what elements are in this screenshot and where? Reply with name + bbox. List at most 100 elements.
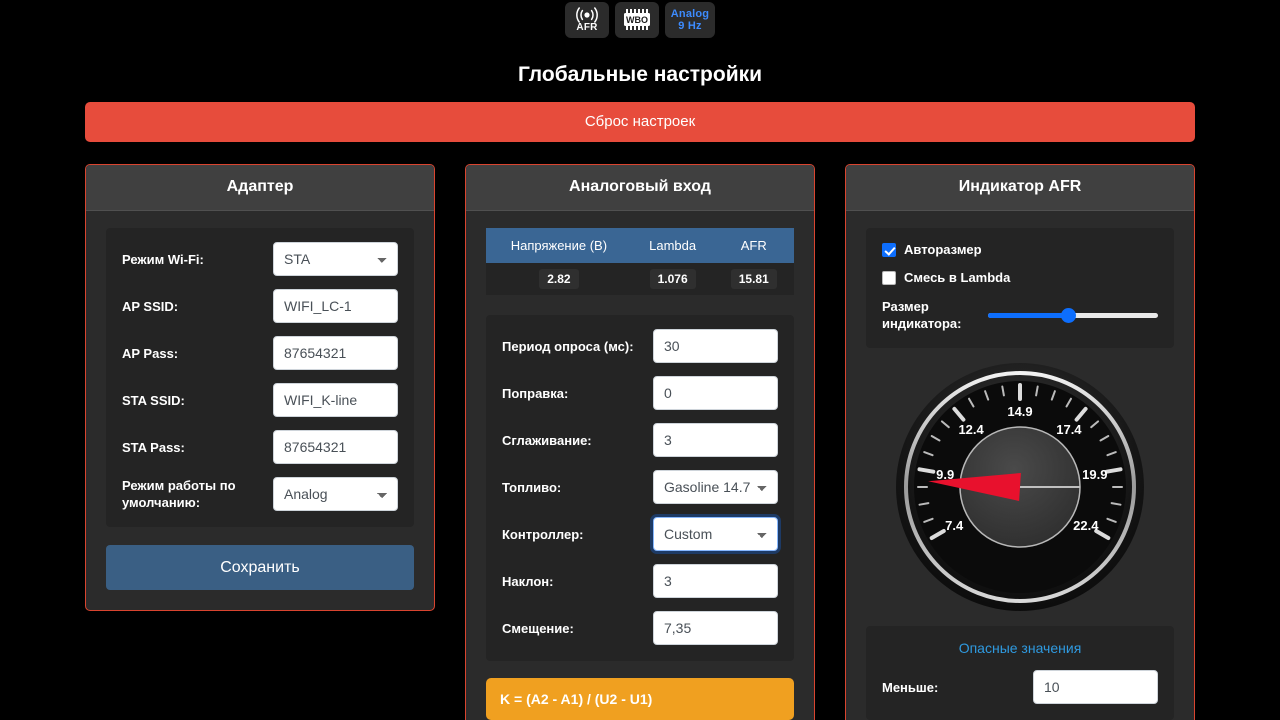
field-poll-period: Период опроса (мс): (502, 329, 778, 363)
panel-adapter-title: Адаптер (86, 165, 434, 211)
field-sta-pass-label: STA Pass: (122, 439, 185, 455)
save-button[interactable]: Сохранить (106, 545, 414, 590)
field-correction-label: Поправка: (502, 385, 569, 401)
offset-input[interactable] (653, 611, 778, 645)
panel-analog-input: Аналоговый вход Напряжение (В) Lambda AF… (465, 164, 815, 720)
autosize-label: Авторазмер (904, 242, 982, 257)
slope-input[interactable] (653, 564, 778, 598)
fuel-select[interactable]: Gasoline 14.7 (653, 470, 778, 504)
ap-ssid-input[interactable] (273, 289, 398, 323)
cell-lambda: 1.076 (631, 263, 714, 295)
svg-text:22.4: 22.4 (1073, 518, 1099, 533)
ap-pass-input[interactable] (273, 336, 398, 370)
field-sta-pass: STA Pass: (122, 430, 398, 464)
field-controller-label: Контроллер: (502, 526, 584, 542)
status-bar: AFR WBO Analog 9 Hz (0, 0, 1280, 40)
poll-period-input[interactable] (653, 329, 778, 363)
value-afr: 15.81 (730, 269, 777, 289)
svg-text:17.4: 17.4 (1056, 422, 1082, 437)
lambda-mix-label: Смесь в Lambda (904, 270, 1011, 285)
formula-bar: K = (A2 - A1) / (U2 - U1) (486, 678, 794, 720)
chip-icon: WBO (624, 9, 650, 30)
app-root: AFR WBO Analog 9 Hz Глобальные настройки… (0, 0, 1280, 720)
smoothing-input[interactable] (653, 423, 778, 457)
danger-values-box: Опасные значения Меньше: (866, 626, 1174, 720)
field-poll-period-label: Период опроса (мс): (502, 338, 634, 354)
slider-thumb[interactable] (1060, 308, 1076, 323)
field-offset: Смещение: (502, 611, 778, 645)
field-default-mode: Режим работы по умолчанию: Analog (122, 477, 398, 511)
controller-select[interactable]: Custom (653, 517, 778, 551)
field-sta-ssid: STA SSID: (122, 383, 398, 417)
status-chip-afr[interactable]: AFR (565, 2, 609, 38)
svg-text:7.4: 7.4 (945, 518, 964, 533)
indicator-size-slider[interactable] (988, 307, 1158, 323)
field-offset-label: Смещение: (502, 620, 574, 636)
field-wifi-mode: Режим Wi-Fi: STA (122, 242, 398, 276)
value-lambda: 1.076 (649, 269, 696, 289)
field-ap-ssid-label: AP SSID: (122, 298, 179, 314)
sta-ssid-input[interactable] (273, 383, 398, 417)
status-chip-analog-label: Analog (670, 8, 710, 20)
field-sta-ssid-label: STA SSID: (122, 392, 185, 408)
afr-gauge-wrap: 7.4 9.9 12.4 14.9 17.4 19.9 22.4 (866, 362, 1174, 612)
reset-settings-button[interactable]: Сброс настроек (85, 102, 1195, 142)
page-title: Глобальные настройки (517, 63, 763, 86)
table-header-row: Напряжение (В) Lambda AFR (486, 228, 794, 263)
cell-afr: 15.81 (713, 263, 794, 295)
field-smoothing: Сглаживание: (502, 423, 778, 457)
panel-analog-title: Аналоговый вход (466, 165, 814, 211)
panel-afr-indicator: Индикатор AFR Авторазмер Смесь в Lambda … (845, 164, 1195, 720)
default-mode-select[interactable]: Analog (273, 477, 398, 511)
slider-fill (988, 313, 1068, 318)
svg-text:19.9: 19.9 (1082, 467, 1107, 482)
panel-indicator-body: Авторазмер Смесь в Lambda Размер индикат… (846, 211, 1194, 720)
col-afr: AFR (713, 228, 794, 263)
field-ap-pass-label: AP Pass: (122, 345, 179, 361)
danger-less-input[interactable] (1033, 670, 1158, 704)
table-row: 2.82 1.076 15.81 (486, 263, 794, 295)
adapter-form: Режим Wi-Fi: STA AP SSID: WIFI_LC-1 AP P… (106, 228, 414, 527)
danger-values-title: Опасные значения (958, 640, 1082, 656)
sta-pass-input[interactable] (273, 430, 398, 464)
col-lambda: Lambda (631, 228, 714, 263)
status-chip-analog[interactable]: Analog 9 Hz (665, 2, 715, 38)
field-smoothing-label: Сглаживание: (502, 432, 592, 448)
analog-form: Период опроса (мс): Поправка: Сглаживани… (486, 315, 794, 661)
analog-readout-table: Напряжение (В) Lambda AFR 2.82 1.076 15.… (486, 228, 794, 295)
autosize-checkbox[interactable] (882, 242, 896, 257)
col-voltage: Напряжение (В) (486, 228, 632, 263)
field-danger-less: Меньше: (882, 670, 1158, 704)
field-correction: Поправка: (502, 376, 778, 410)
wifi-mode-select[interactable]: STA (273, 242, 398, 276)
indicator-options: Авторазмер Смесь в Lambda Размер индикат… (866, 228, 1174, 348)
afr-gauge: 7.49.912.414.917.419.922.4 (896, 363, 1144, 611)
option-autosize[interactable]: Авторазмер (882, 242, 1158, 257)
field-danger-less-label: Меньше: (882, 679, 939, 695)
correction-input[interactable] (653, 376, 778, 410)
option-lambda-mix[interactable]: Смесь в Lambda (882, 270, 1158, 285)
svg-text:WBO: WBO (626, 15, 648, 25)
indicator-size-row: Размер индикатора: (882, 298, 1158, 332)
value-voltage: 2.82 (539, 269, 579, 289)
panel-indicator-title: Индикатор AFR (846, 165, 1194, 211)
svg-text:14.9: 14.9 (1007, 404, 1032, 419)
field-controller: Контроллер: Custom (502, 517, 778, 551)
status-chip-wbo[interactable]: WBO (615, 2, 659, 38)
panel-adapter-body: Режим Wi-Fi: STA AP SSID: WIFI_LC-1 AP P… (86, 211, 434, 610)
field-slope: Наклон: (502, 564, 778, 598)
indicator-size-label: Размер индикатора: (882, 299, 962, 331)
panel-adapter: Адаптер Режим Wi-Fi: STA AP SSID: WIFI_L… (85, 164, 435, 611)
svg-text:12.4: 12.4 (958, 422, 984, 437)
field-fuel-label: Топливо: (502, 479, 562, 495)
status-chip-analog-rate: 9 Hz (678, 20, 702, 32)
field-default-mode-label: Режим работы по умолчанию: (122, 478, 236, 510)
field-ap-ssid: AP SSID: (122, 289, 398, 323)
field-ap-pass: AP Pass: (122, 336, 398, 370)
cell-voltage: 2.82 (486, 263, 632, 295)
panels-row: Адаптер Режим Wi-Fi: STA AP SSID: WIFI_L… (85, 164, 1195, 720)
field-fuel: Топливо: Gasoline 14.7 (502, 470, 778, 504)
field-wifi-mode-label: Режим Wi-Fi: (122, 251, 204, 267)
lambda-mix-checkbox[interactable] (882, 270, 896, 285)
wifi-signal-icon (576, 6, 598, 23)
